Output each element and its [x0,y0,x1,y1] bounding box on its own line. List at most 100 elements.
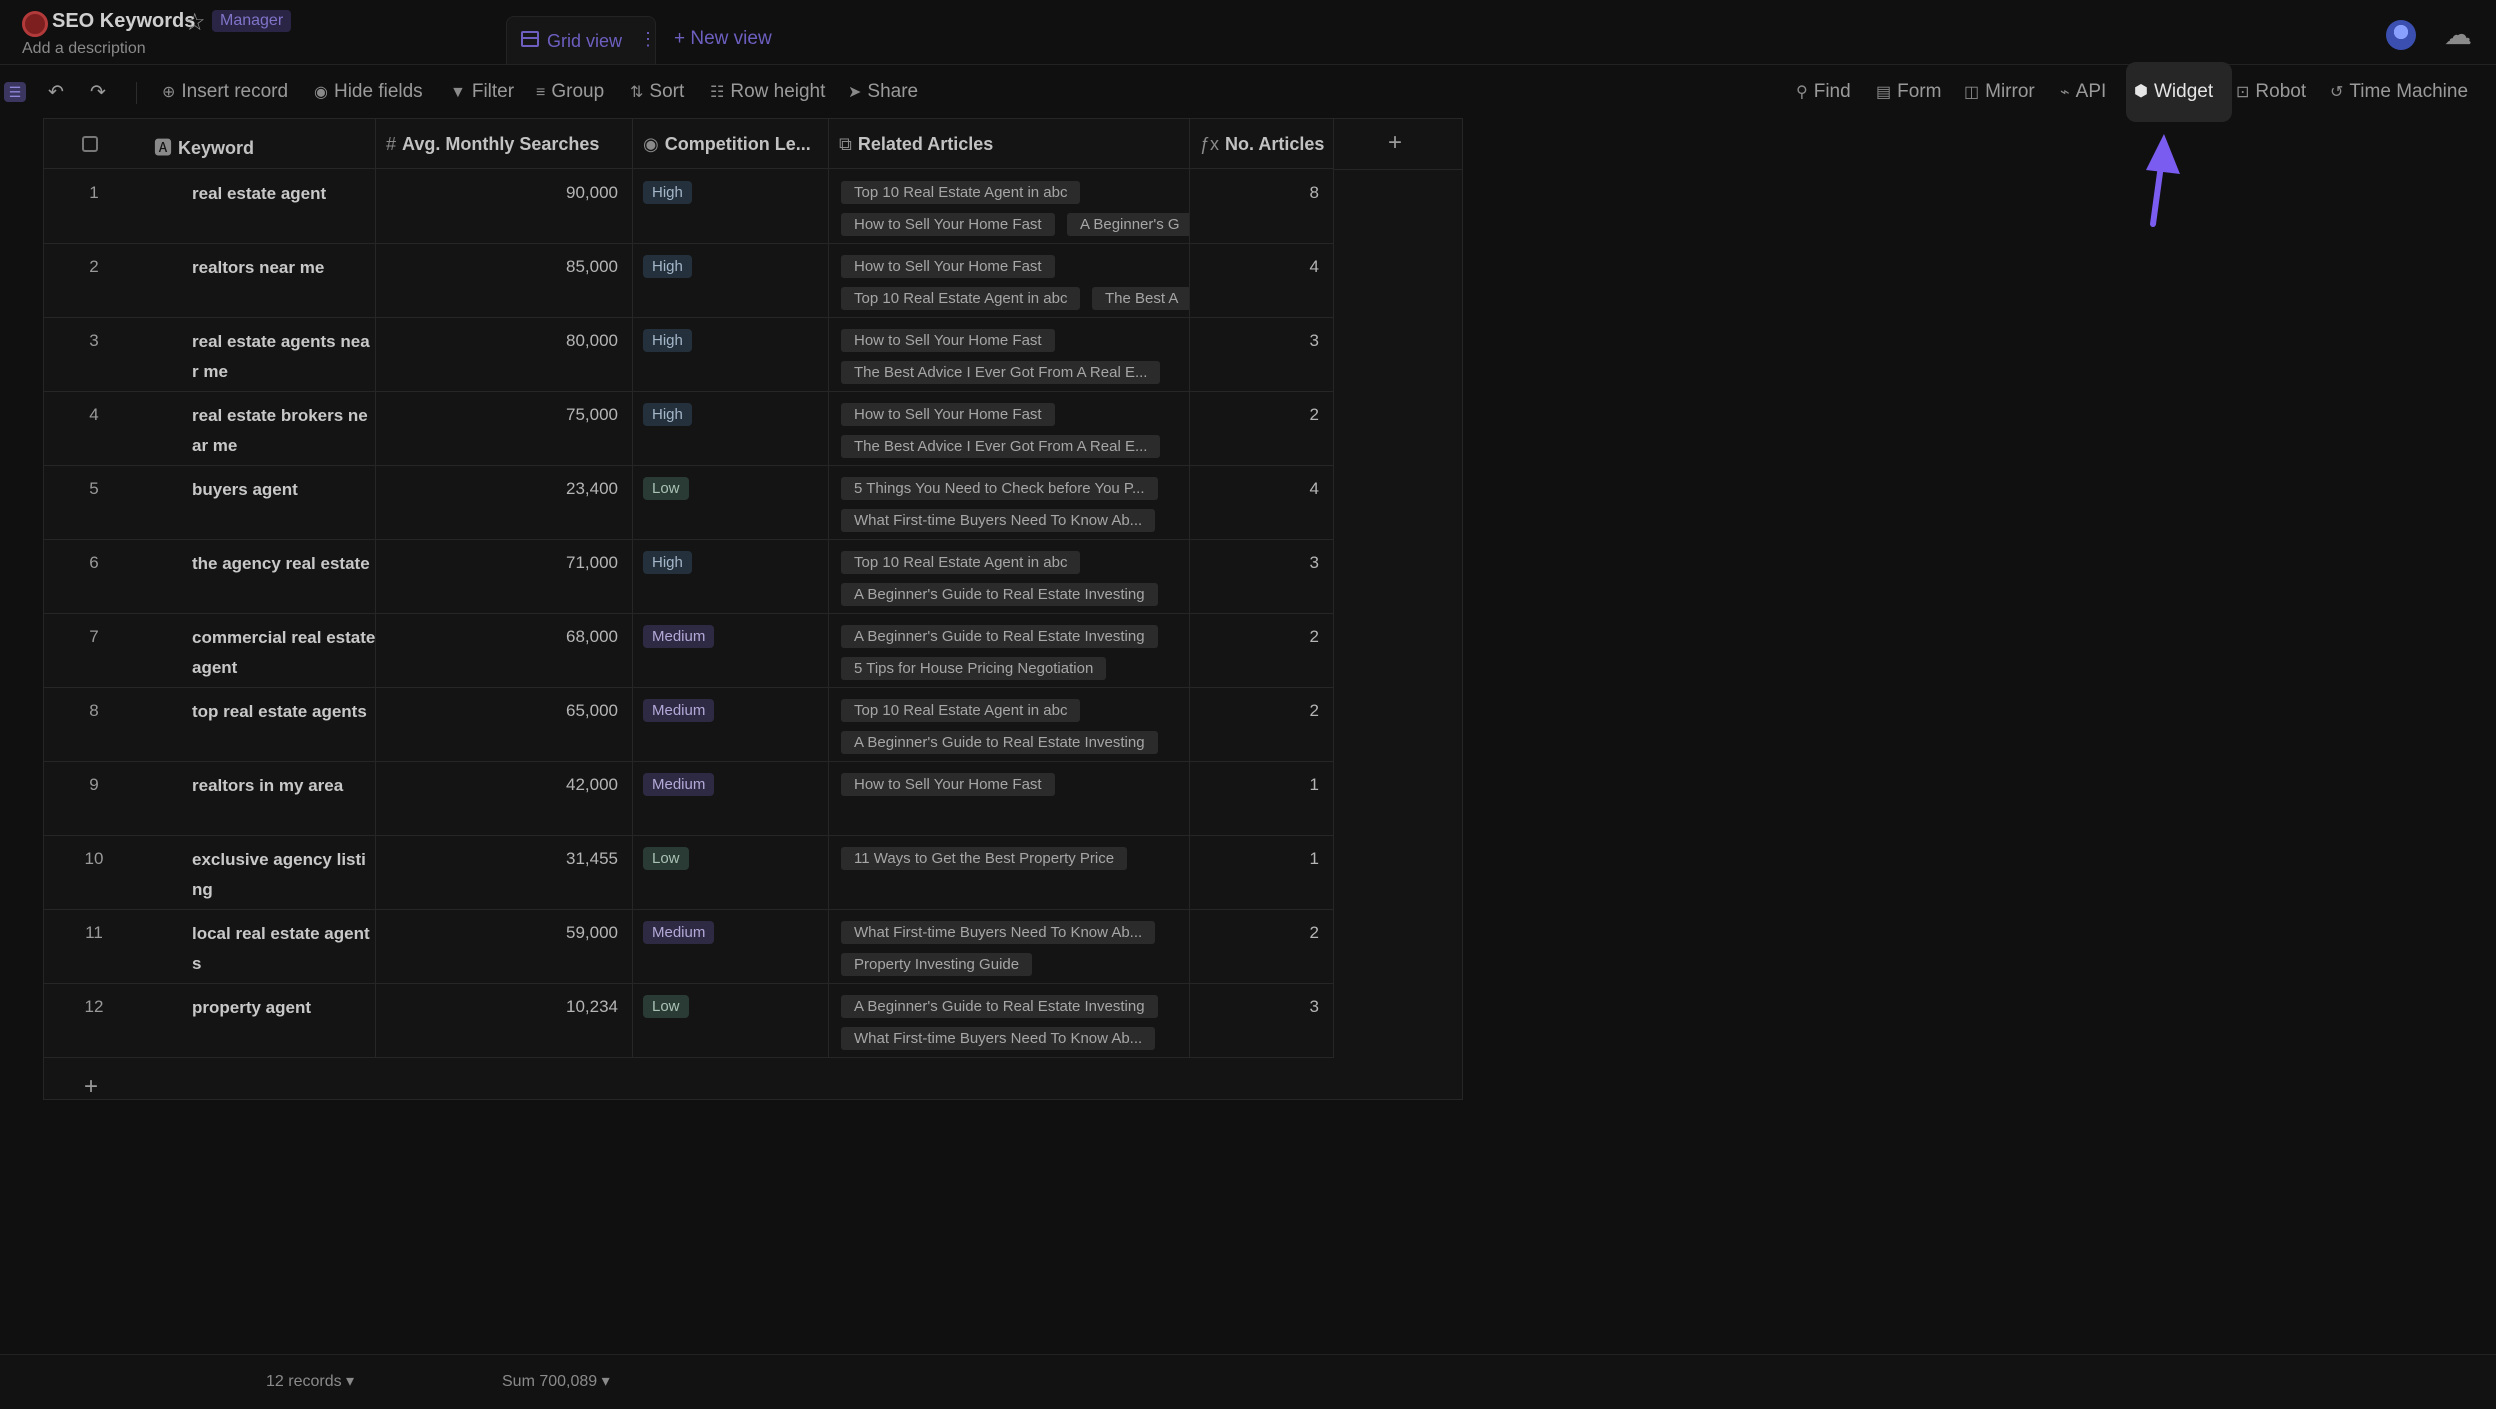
article-chip[interactable]: The Best Advice I Ever Got From A Real E… [841,361,1161,384]
add-row-button[interactable]: + [44,1069,1334,1109]
article-chip[interactable]: 11 Ways to Get the Best Property Price [841,847,1128,870]
article-chip[interactable]: What First-time Buyers Need To Know Ab..… [841,921,1156,944]
table-row[interactable]: 11 local real estate agents 59,000 Medium Wh… [44,909,1334,984]
avg-searches-cell[interactable]: 71,000 [376,539,633,613]
table-row[interactable]: 9 realtors in my area 42,000 Medium How to S… [44,761,1334,836]
related-articles-cell[interactable]: How to Sell Your Home Fast [829,761,1190,835]
article-chip[interactable]: A Beginner's Guide to Real Estate Invest… [841,583,1158,606]
article-chip[interactable]: Top 10 Real Estate Agent in abc [841,551,1081,574]
table-row[interactable]: 5 buyers agent 23,400 Low 5 Things You Need … [44,465,1334,540]
related-articles-cell[interactable]: How to Sell Your Home Fast The Best Advic… [829,391,1190,465]
keyword-cell[interactable]: real estate agent [144,169,376,243]
tab-grid-view[interactable]: Grid view ⋮ [506,16,657,64]
article-chip[interactable]: The Best Advice I Ever Got From A Real E… [841,435,1161,458]
article-chip[interactable]: The Best A [1092,287,1189,310]
api-button[interactable]: ⌁ API [2060,81,2106,103]
related-articles-cell[interactable]: Top 10 Real Estate Agent in abc A Beginne… [829,687,1190,761]
keyword-cell[interactable]: realtors in my area [144,761,376,835]
column-header-keyword[interactable]: 🅰 Keyword [144,119,376,169]
avatar[interactable] [2386,20,2416,50]
article-chip[interactable]: How to Sell Your Home Fast [841,773,1055,796]
table-row[interactable]: 10 exclusive agency listing 31,455 Low 11 Wa… [44,835,1334,910]
column-header-avg-searches[interactable]: # Avg. Monthly Searches [376,119,633,169]
avg-searches-cell[interactable]: 80,000 [376,317,633,391]
avg-searches-cell[interactable]: 10,234 [376,983,633,1057]
competition-cell[interactable]: High [633,169,829,243]
competition-cell[interactable]: High [633,539,829,613]
avg-searches-cell[interactable]: 68,000 [376,613,633,687]
keyword-cell[interactable]: local real estate agents [144,909,376,983]
competition-cell[interactable]: Medium [633,909,829,983]
related-articles-cell[interactable]: 5 Things You Need to Check before You P.… [829,465,1190,539]
time-machine-button[interactable]: ↺ Time Machine [2330,81,2468,103]
add-column-button[interactable]: + [1334,119,1462,170]
column-header-related-articles[interactable]: ⧉ Related Articles [829,119,1190,169]
article-chip[interactable]: A Beginner's G [1067,213,1189,236]
avg-searches-cell[interactable]: 42,000 [376,761,633,835]
article-chip[interactable]: How to Sell Your Home Fast [841,329,1055,352]
table-row[interactable]: 1 real estate agent 90,000 High Top 10 Real … [44,169,1334,244]
related-articles-cell[interactable]: A Beginner's Guide to Real Estate Invest… [829,613,1190,687]
article-chip[interactable]: What First-time Buyers Need To Know Ab..… [841,1027,1156,1050]
mirror-button[interactable]: ◫ Mirror [1964,81,2035,103]
related-articles-cell[interactable]: How to Sell Your Home Fast The Best Advic… [829,317,1190,391]
column-header-competition[interactable]: ◉ Competition Le... [633,119,829,169]
competition-cell[interactable]: Medium [633,687,829,761]
sidebar-toggle-icon[interactable]: ☰ [4,82,26,102]
redo-icon[interactable]: ↷ [90,81,106,104]
keyword-cell[interactable]: real estate brokers near me [144,391,376,465]
article-chip[interactable]: What First-time Buyers Need To Know Ab..… [841,509,1156,532]
article-chip[interactable]: How to Sell Your Home Fast [841,403,1055,426]
competition-cell[interactable]: Medium [633,761,829,835]
new-view-button[interactable]: + New view [674,28,772,50]
table-row[interactable]: 6 the agency real estate 71,000 High Top 10 … [44,539,1334,614]
avg-searches-cell[interactable]: 23,400 [376,465,633,539]
form-button[interactable]: ▤ Form [1876,81,1941,103]
keyword-cell[interactable]: real estate agents near me [144,317,376,391]
related-articles-cell[interactable]: How to Sell Your Home Fast Top 10 Real Es… [829,243,1190,317]
filter-button[interactable]: ▼ Filter [450,81,514,103]
keyword-cell[interactable]: realtors near me [144,243,376,317]
more-vertical-icon[interactable]: ⋮ [639,29,657,50]
article-chip[interactable]: Top 10 Real Estate Agent in abc [841,699,1081,722]
related-articles-cell[interactable]: Top 10 Real Estate Agent in abc A Beginne… [829,539,1190,613]
avg-searches-cell[interactable]: 65,000 [376,687,633,761]
cloud-icon[interactable]: ☁ [2444,18,2472,51]
table-row[interactable]: 7 commercial real estate agent 68,000 Mediu… [44,613,1334,688]
avg-searches-cell[interactable]: 90,000 [376,169,633,243]
keyword-cell[interactable]: property agent [144,983,376,1057]
competition-cell[interactable]: Low [633,983,829,1057]
hide-fields-button[interactable]: ◉ Hide fields [314,81,423,103]
description-field[interactable]: Add a description [22,40,146,58]
share-button[interactable]: ➤ Share [848,81,918,103]
related-articles-cell[interactable]: A Beginner's Guide to Real Estate Invest… [829,983,1190,1057]
competition-cell[interactable]: Low [633,835,829,909]
avg-searches-cell[interactable]: 75,000 [376,391,633,465]
page-title[interactable]: SEO Keywords [52,10,195,33]
related-articles-cell[interactable]: What First-time Buyers Need To Know Ab..… [829,909,1190,983]
sort-button[interactable]: ⇅ Sort [630,81,684,103]
avg-searches-cell[interactable]: 31,455 [376,835,633,909]
article-chip[interactable]: A Beginner's Guide to Real Estate Invest… [841,995,1158,1018]
related-articles-cell[interactable]: 11 Ways to Get the Best Property Price [829,835,1190,909]
article-chip[interactable]: How to Sell Your Home Fast [841,255,1055,278]
table-row[interactable]: 2 realtors near me 85,000 High How to Sell Y… [44,243,1334,318]
record-count[interactable]: 12 records ▾ [266,1371,354,1391]
related-articles-cell[interactable]: Top 10 Real Estate Agent in abc How to Se… [829,169,1190,243]
widget-button[interactable]: ⬢ Widget [2126,62,2232,122]
table-row[interactable]: 4 real estate brokers near me 75,000 High Ho… [44,391,1334,466]
article-chip[interactable]: A Beginner's Guide to Real Estate Invest… [841,731,1158,754]
competition-cell[interactable]: Medium [633,613,829,687]
keyword-cell[interactable]: the agency real estate [144,539,376,613]
table-row[interactable]: 3 real estate agents near me 80,000 High How… [44,317,1334,392]
star-icon[interactable]: ☆ [184,8,206,37]
keyword-cell[interactable]: exclusive agency listing [144,835,376,909]
competition-cell[interactable]: High [633,317,829,391]
row-height-button[interactable]: ☷ Row height [710,81,825,103]
avg-searches-cell[interactable]: 59,000 [376,909,633,983]
competition-cell[interactable]: Low [633,465,829,539]
table-row[interactable]: 8 top real estate agents 65,000 Medium Top 1… [44,687,1334,762]
article-chip[interactable]: Property Investing Guide [841,953,1033,976]
select-all-checkbox[interactable] [82,136,98,152]
insert-record-button[interactable]: ⊕ Insert record [162,81,288,103]
